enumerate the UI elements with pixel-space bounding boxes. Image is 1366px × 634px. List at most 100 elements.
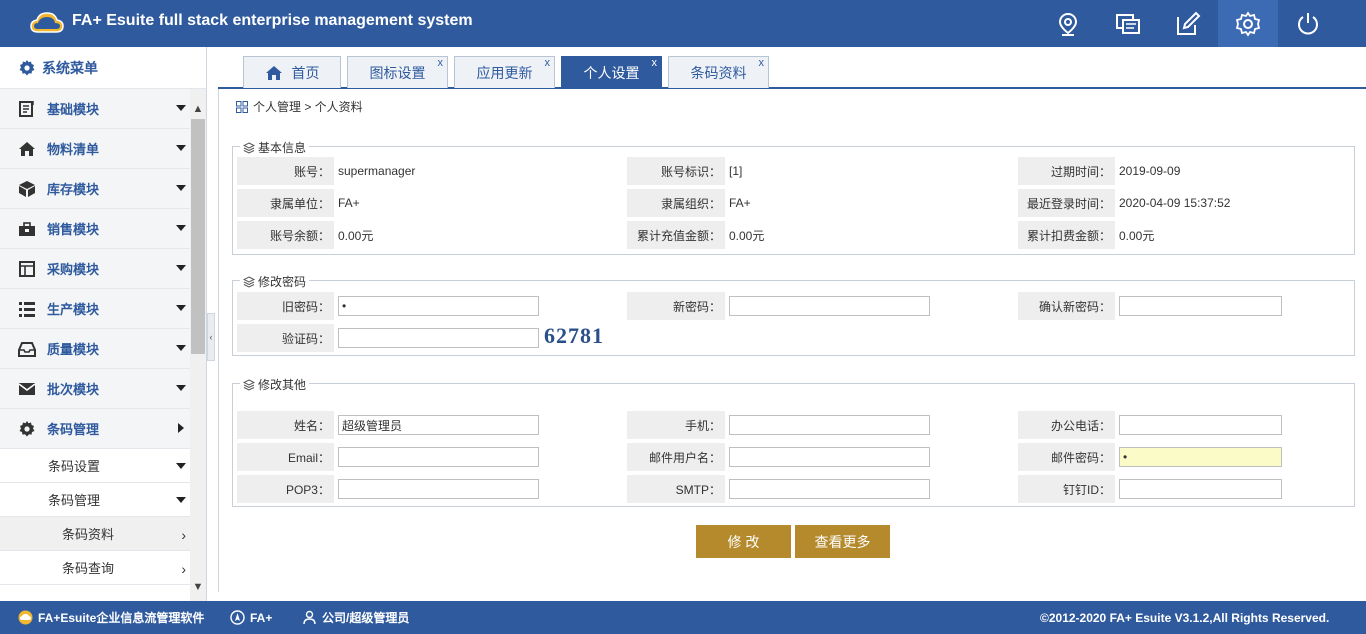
- total-recharge-value: 0.00元: [729, 228, 765, 243]
- form-icon: [18, 260, 36, 278]
- sidebar-item-label: 库存模块: [47, 182, 100, 197]
- new-password-label: 新密码：: [627, 292, 725, 320]
- view-more-button[interactable]: 查看更多: [795, 525, 890, 558]
- app-title: FA+ Esuite full stack enterprise managem…: [72, 12, 473, 29]
- total-deduct-label: 累计扣费金额：: [1018, 221, 1115, 249]
- sidebar-subitem-barcode-settings[interactable]: 条码设置: [0, 449, 190, 483]
- mail-username-input[interactable]: [729, 447, 930, 467]
- pop3-input[interactable]: [338, 479, 539, 499]
- name-input[interactable]: [338, 415, 539, 435]
- tab-app-update[interactable]: 应用更新 x: [454, 56, 555, 88]
- sidebar-item-batch[interactable]: 批次模块: [0, 369, 190, 409]
- sidebar-item-quality[interactable]: 质量模块: [0, 329, 190, 369]
- tab-home[interactable]: 首页: [243, 56, 341, 88]
- sidebar-item-label: 销售模块: [47, 222, 100, 237]
- tab-personal-settings[interactable]: 个人设置 x: [561, 56, 662, 88]
- message-icon[interactable]: [1098, 0, 1158, 47]
- footer: FA+Esuite企业信息流管理软件 FA+ 公司/超级管理员 ©2012-20…: [0, 601, 1366, 634]
- settings-icon[interactable]: [1218, 0, 1278, 47]
- office-phone-input[interactable]: [1119, 415, 1282, 435]
- unit-value: FA+: [338, 196, 360, 210]
- home-icon: [18, 140, 36, 158]
- mail-password-label: 邮件密码：: [1018, 443, 1115, 471]
- email-input[interactable]: [338, 447, 539, 467]
- caret-down-icon: [176, 463, 186, 469]
- sidebar-item-purchase[interactable]: 采购模块: [0, 249, 190, 289]
- compass-icon: [230, 610, 245, 625]
- edit-icon[interactable]: [1158, 0, 1218, 47]
- sidebar-item-label: 条码管理: [47, 422, 100, 437]
- name-label: 姓名：: [237, 411, 334, 439]
- captcha-image[interactable]: 62781: [544, 323, 604, 349]
- tab-close-icon[interactable]: x: [652, 57, 658, 69]
- sidebar-menu: 基础模块 物料清单 库存模块 销售模块 采购模块 生产模块 质量模块 批次模块 …: [0, 89, 190, 585]
- confirm-password-input[interactable]: [1119, 296, 1282, 316]
- sidebar-subitem-barcode-data[interactable]: 条码资料 ›: [0, 517, 190, 551]
- scroll-down-icon[interactable]: ▼: [190, 579, 206, 595]
- balance-label: 账号余额：: [237, 221, 334, 249]
- scroll-up-icon[interactable]: ▲: [190, 101, 206, 117]
- basic-info-legend: 基本信息: [240, 139, 310, 156]
- dingding-id-input[interactable]: [1119, 479, 1282, 499]
- cloud-icon: [18, 610, 33, 625]
- sidebar-item-production[interactable]: 生产模块: [0, 289, 190, 329]
- expire-time-value: 2019-09-09: [1119, 164, 1181, 178]
- tab-barcode-data[interactable]: 条码资料 x: [668, 56, 769, 88]
- sidebar-item-barcode[interactable]: 条码管理: [0, 409, 190, 449]
- sidebar-subitem-label: 条码查询: [62, 561, 115, 576]
- toolbox-icon: [18, 220, 36, 238]
- box-icon: [18, 180, 36, 198]
- breadcrumb: 个人管理 > 个人资料: [236, 98, 363, 115]
- captcha-input[interactable]: [338, 328, 539, 348]
- sidebar-subitem-barcode-management[interactable]: 条码管理: [0, 483, 190, 517]
- total-recharge-label: 累计充值金额：: [627, 221, 725, 249]
- expire-time-label: 过期时间：: [1018, 157, 1115, 185]
- new-password-input[interactable]: [729, 296, 930, 316]
- sidebar-item-inventory[interactable]: 库存模块: [0, 169, 190, 209]
- sidebar-subitem-barcode-query[interactable]: 条码查询 ›: [0, 551, 190, 585]
- smtp-input[interactable]: [729, 479, 930, 499]
- sidebar-title: 系统菜单: [42, 59, 98, 76]
- tab-close-icon[interactable]: x: [545, 57, 551, 69]
- organization-value: FA+: [729, 196, 751, 210]
- home-icon: [265, 65, 282, 80]
- caret-down-icon: [176, 345, 186, 351]
- password-legend: 修改密码: [240, 273, 310, 290]
- unit-label: 隶属单位：: [237, 189, 334, 217]
- grid-icon: [236, 100, 248, 113]
- email-label: Email：: [237, 443, 334, 471]
- power-icon[interactable]: [1278, 0, 1338, 47]
- sidebar-item-label: 生产模块: [47, 302, 100, 317]
- sidebar-subitem-label: 条码设置: [48, 459, 101, 474]
- tab-close-icon[interactable]: x: [438, 57, 444, 69]
- modify-button[interactable]: 修 改: [696, 525, 791, 558]
- sidebar-item-bom[interactable]: 物料清单: [0, 129, 190, 169]
- sidebar-item-sales[interactable]: 销售模块: [0, 209, 190, 249]
- last-login-label: 最近登录时间：: [1018, 189, 1115, 217]
- gear-icon: [18, 420, 36, 438]
- caret-down-icon: [176, 497, 186, 503]
- old-password-label: 旧密码：: [237, 292, 334, 320]
- mail-password-input[interactable]: [1119, 447, 1282, 467]
- tab-label: 个人设置: [583, 64, 640, 81]
- sidebar-item-label: 采购模块: [47, 262, 100, 277]
- footer-user: 公司/超级管理员: [302, 601, 409, 634]
- location-icon[interactable]: [1038, 0, 1098, 47]
- gear-icon: [19, 59, 35, 75]
- old-password-input[interactable]: [338, 296, 539, 316]
- mobile-input[interactable]: [729, 415, 930, 435]
- list-icon: [18, 300, 36, 318]
- sidebar-collapse-handle[interactable]: ‹: [207, 313, 215, 361]
- tab-label: 应用更新: [476, 64, 533, 81]
- tab-icon-settings[interactable]: 图标设置 x: [347, 56, 448, 88]
- sidebar-item-basic[interactable]: 基础模块: [0, 89, 190, 129]
- cloud-logo-icon: [30, 12, 64, 33]
- sidebar-subitem-label: 条码资料: [62, 527, 115, 542]
- layers-icon: [243, 275, 255, 288]
- sidebar-scrollbar[interactable]: ▲ ▼: [190, 89, 206, 601]
- account-id-value: [1]: [729, 164, 743, 178]
- scrollbar-thumb[interactable]: [191, 119, 205, 354]
- tab-label: 条码资料: [690, 64, 747, 81]
- tab-close-icon[interactable]: x: [759, 57, 765, 69]
- clipboard-icon: [18, 100, 36, 118]
